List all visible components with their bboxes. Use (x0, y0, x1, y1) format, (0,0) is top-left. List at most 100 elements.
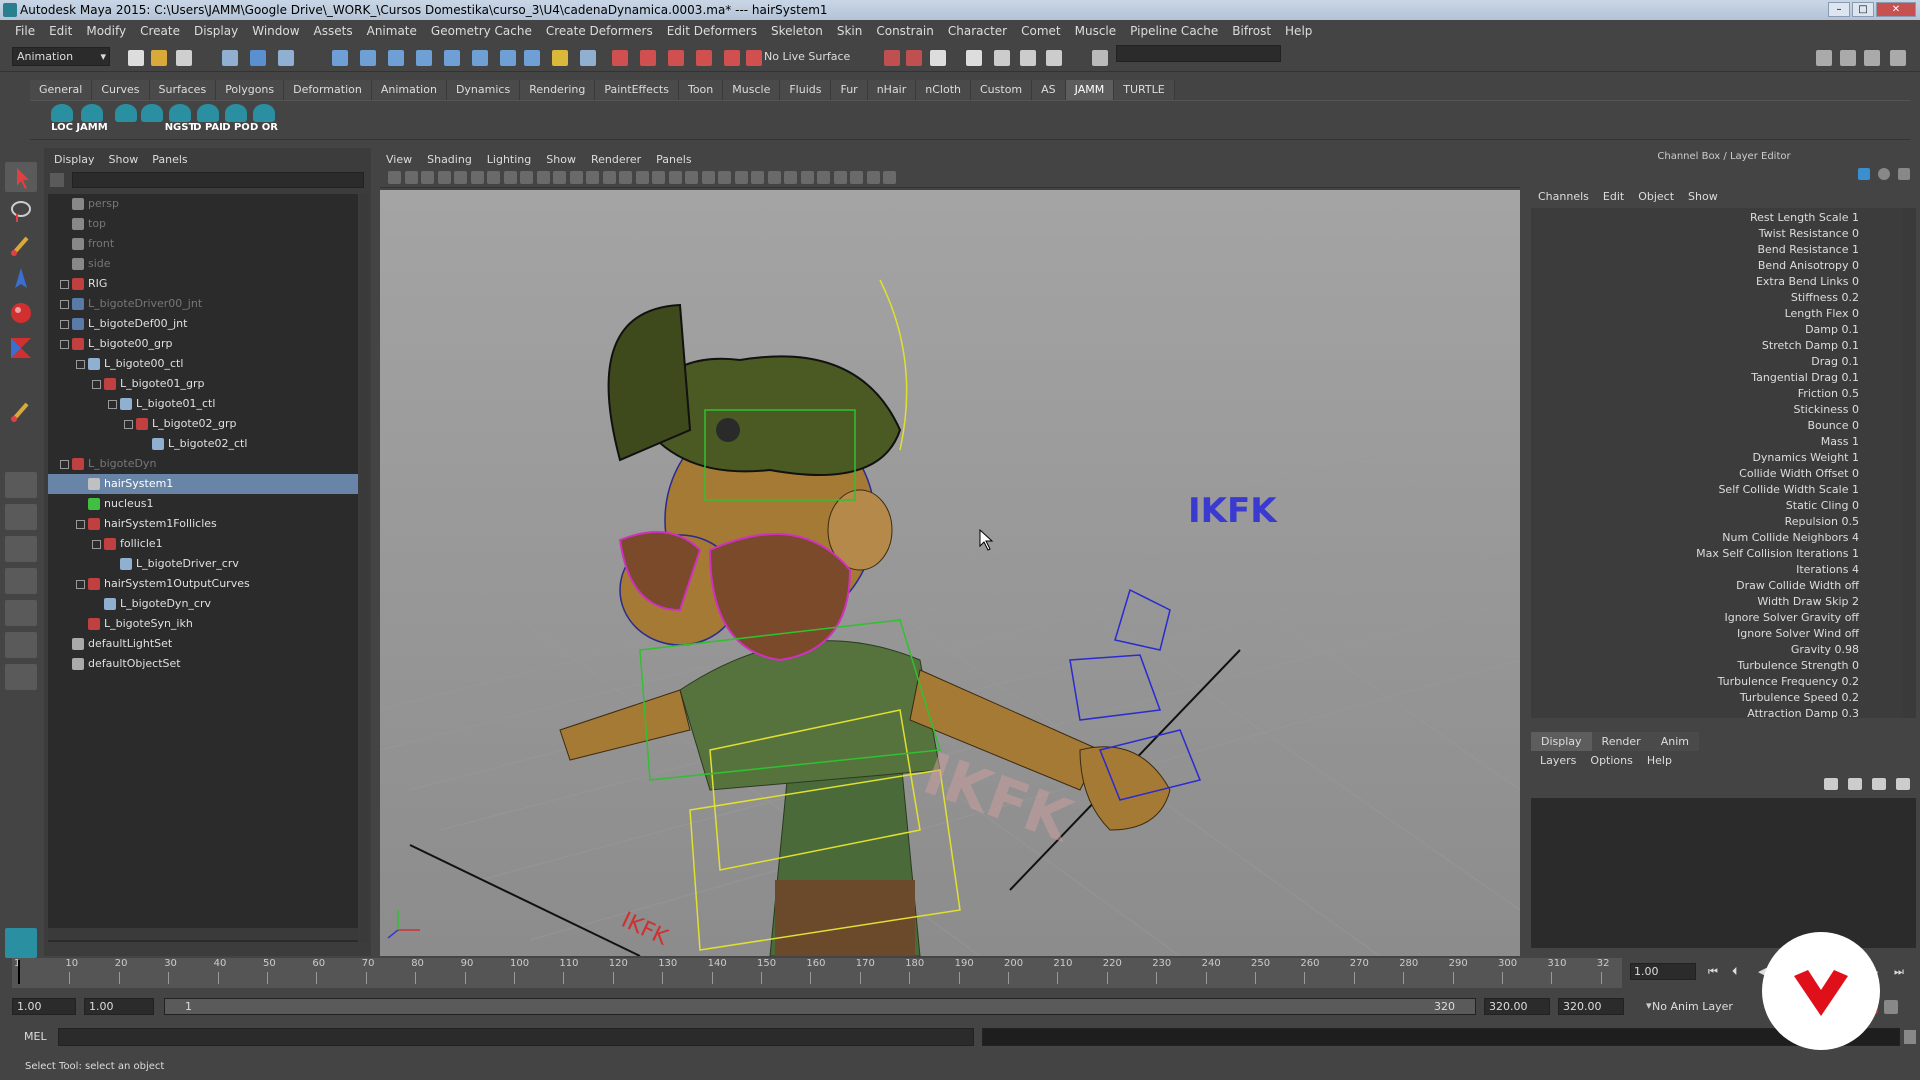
render-frame-icon[interactable] (994, 50, 1010, 66)
shelf-tab-turtle[interactable]: TURTLE (1114, 80, 1175, 100)
attribute-stickiness[interactable]: Stickiness 0 (1793, 402, 1859, 418)
attribute-value[interactable]: 0 (1852, 467, 1859, 480)
four-view-layout-icon[interactable] (5, 504, 37, 530)
playback-start-field[interactable]: 1.00 (84, 998, 154, 1015)
outliner-item-defaultlightset[interactable]: defaultLightSet (48, 634, 358, 654)
shadows-icon[interactable] (751, 171, 764, 184)
layer-tab-anim[interactable]: Anim (1650, 732, 1699, 751)
open-scene-icon[interactable] (151, 50, 167, 66)
grease-pencil-icon[interactable] (487, 171, 500, 184)
attribute-ignore-solver-gravity[interactable]: Ignore Solver Gravity off (1724, 610, 1859, 626)
attribute-value[interactable]: 4 (1852, 563, 1859, 576)
expand-icon[interactable] (60, 320, 69, 329)
quick-command-field[interactable] (1116, 45, 1281, 62)
channel-box-scrollbar[interactable] (1903, 208, 1916, 718)
attribute-damp[interactable]: Damp 0.1 (1805, 322, 1859, 338)
attribute-value[interactable]: off (1845, 627, 1859, 640)
viewport-menu-renderer[interactable]: Renderer (591, 153, 641, 168)
menu-skin[interactable]: Skin (830, 24, 870, 38)
anim-layer-dropdown-icon[interactable]: ▾ (1646, 999, 1652, 1012)
lock-camera-icon[interactable] (404, 171, 418, 184)
expand-icon[interactable] (60, 280, 69, 289)
collapse-icon[interactable] (92, 380, 101, 389)
layer-menu-layers[interactable]: Layers (1540, 754, 1576, 767)
snap-to-grids-icon[interactable] (612, 50, 628, 66)
use-default-material-icon[interactable] (701, 171, 715, 184)
playback-end-field[interactable]: 320.00 (1484, 998, 1550, 1015)
scene-end-field[interactable]: 320.00 (1558, 998, 1624, 1015)
outliner-menu-panels[interactable]: Panels (152, 153, 187, 168)
collapse-icon[interactable] (124, 420, 133, 429)
attribute-attraction-damp[interactable]: Attraction Damp 0.3 (1747, 706, 1859, 718)
viewport-menu-panels[interactable]: Panels (656, 153, 691, 168)
attribute-value[interactable]: 0 (1852, 403, 1859, 416)
bookmarks-icon[interactable] (437, 171, 451, 184)
paint-select-tool-icon[interactable] (5, 230, 37, 260)
maximize-button[interactable]: □ (1852, 2, 1874, 17)
shelf-tab-painteffects[interactable]: PaintEffects (595, 80, 679, 100)
menu-edit-deformers[interactable]: Edit Deformers (660, 24, 764, 38)
minimize-button[interactable]: – (1828, 2, 1850, 17)
scene-start-field[interactable]: 1.00 (12, 998, 76, 1015)
grid-icon[interactable] (503, 171, 517, 184)
menu-pipeline-cache[interactable]: Pipeline Cache (1123, 24, 1225, 38)
attribute-value[interactable]: 0.1 (1842, 355, 1860, 368)
menu-constrain[interactable]: Constrain (869, 24, 941, 38)
attribute-value[interactable]: 0.2 (1842, 291, 1860, 304)
attribute-tangential-drag[interactable]: Tangential Drag 0.1 (1751, 370, 1859, 386)
select-by-deformation-icon[interactable] (444, 50, 460, 66)
outliner-item-l-bigote01-grp[interactable]: L_bigote01_grp (48, 374, 358, 394)
lock-selection-icon[interactable] (552, 50, 568, 66)
attribute-self-collide-width-scale[interactable]: Self Collide Width Scale 1 (1718, 482, 1859, 498)
layer-menu-help[interactable]: Help (1647, 754, 1672, 767)
menu-bifrost[interactable]: Bifrost (1225, 24, 1278, 38)
isolate-select-icon[interactable] (833, 171, 847, 184)
attribute-value[interactable]: 0.2 (1842, 675, 1860, 688)
anim-layer-label[interactable]: No Anim Layer (1652, 1000, 1733, 1013)
menu-modify[interactable]: Modify (79, 24, 133, 38)
collapse-icon[interactable] (76, 580, 85, 589)
attribute-value[interactable]: 0.2 (1842, 691, 1860, 704)
menu-display[interactable]: Display (187, 24, 245, 38)
outliner-item-defaultobjectset[interactable]: defaultObjectSet (48, 654, 358, 674)
make-live-icon[interactable] (724, 50, 740, 66)
shelf-tab-as[interactable]: AS (1032, 80, 1066, 100)
time-slider[interactable]: 1102030405060708090100110120130140150160… (12, 958, 1622, 988)
menu-geometry-cache[interactable]: Geometry Cache (424, 24, 539, 38)
layer-list[interactable] (1531, 798, 1916, 948)
safe-action-icon[interactable] (586, 171, 599, 184)
shelf-tab-polygons[interactable]: Polygons (216, 80, 285, 100)
two-d-pan-zoom-icon[interactable] (470, 171, 484, 184)
channel-menu-channels[interactable]: Channels (1538, 190, 1589, 203)
shelf-tab-muscle[interactable]: Muscle (723, 80, 781, 100)
new-scene-icon[interactable] (128, 50, 144, 66)
attribute-value[interactable]: 4 (1852, 531, 1859, 544)
shelf-tab-jamm[interactable]: JAMM (1065, 80, 1115, 100)
shelf-tab-curves[interactable]: Curves (92, 80, 150, 100)
attribute-value[interactable]: off (1845, 611, 1859, 624)
select-hierarchy-icon[interactable] (222, 50, 238, 66)
attribute-value[interactable]: 0.1 (1842, 323, 1860, 336)
collapse-icon[interactable] (60, 340, 69, 349)
menu-skeleton[interactable]: Skeleton (764, 24, 830, 38)
select-by-handle-icon[interactable] (332, 50, 348, 66)
menu-set-selector[interactable]: Animation (12, 47, 110, 66)
outliner-item-hairsystem1follicles[interactable]: hairSystem1Follicles (48, 514, 358, 534)
screen-space-ao-icon[interactable] (767, 171, 781, 184)
smooth-shade-selected-icon[interactable] (652, 171, 665, 184)
attribute-bend-resistance[interactable]: Bend Resistance 1 (1757, 242, 1859, 258)
outliner-item-l-bigote01-ctl[interactable]: L_bigote01_ctl (48, 394, 358, 414)
flat-shade-icon[interactable] (668, 171, 682, 184)
attribute-collide-width-offset[interactable]: Collide Width Offset 0 (1739, 466, 1859, 482)
outliner-item-persp[interactable]: persp (48, 194, 358, 214)
attribute-value[interactable]: 0.5 (1842, 387, 1860, 400)
attribute-twist-resistance[interactable]: Twist Resistance 0 (1759, 226, 1859, 242)
collapse-icon[interactable] (108, 400, 117, 409)
script-editor-icon[interactable] (1904, 1030, 1916, 1044)
new-layer-selected-icon[interactable] (1896, 778, 1910, 790)
close-button[interactable]: ✕ (1876, 2, 1916, 17)
shelf-tab-rendering[interactable]: Rendering (520, 80, 596, 100)
construction-history-icon[interactable] (930, 50, 946, 66)
menu-animate[interactable]: Animate (360, 24, 424, 38)
menu-assets[interactable]: Assets (307, 24, 360, 38)
